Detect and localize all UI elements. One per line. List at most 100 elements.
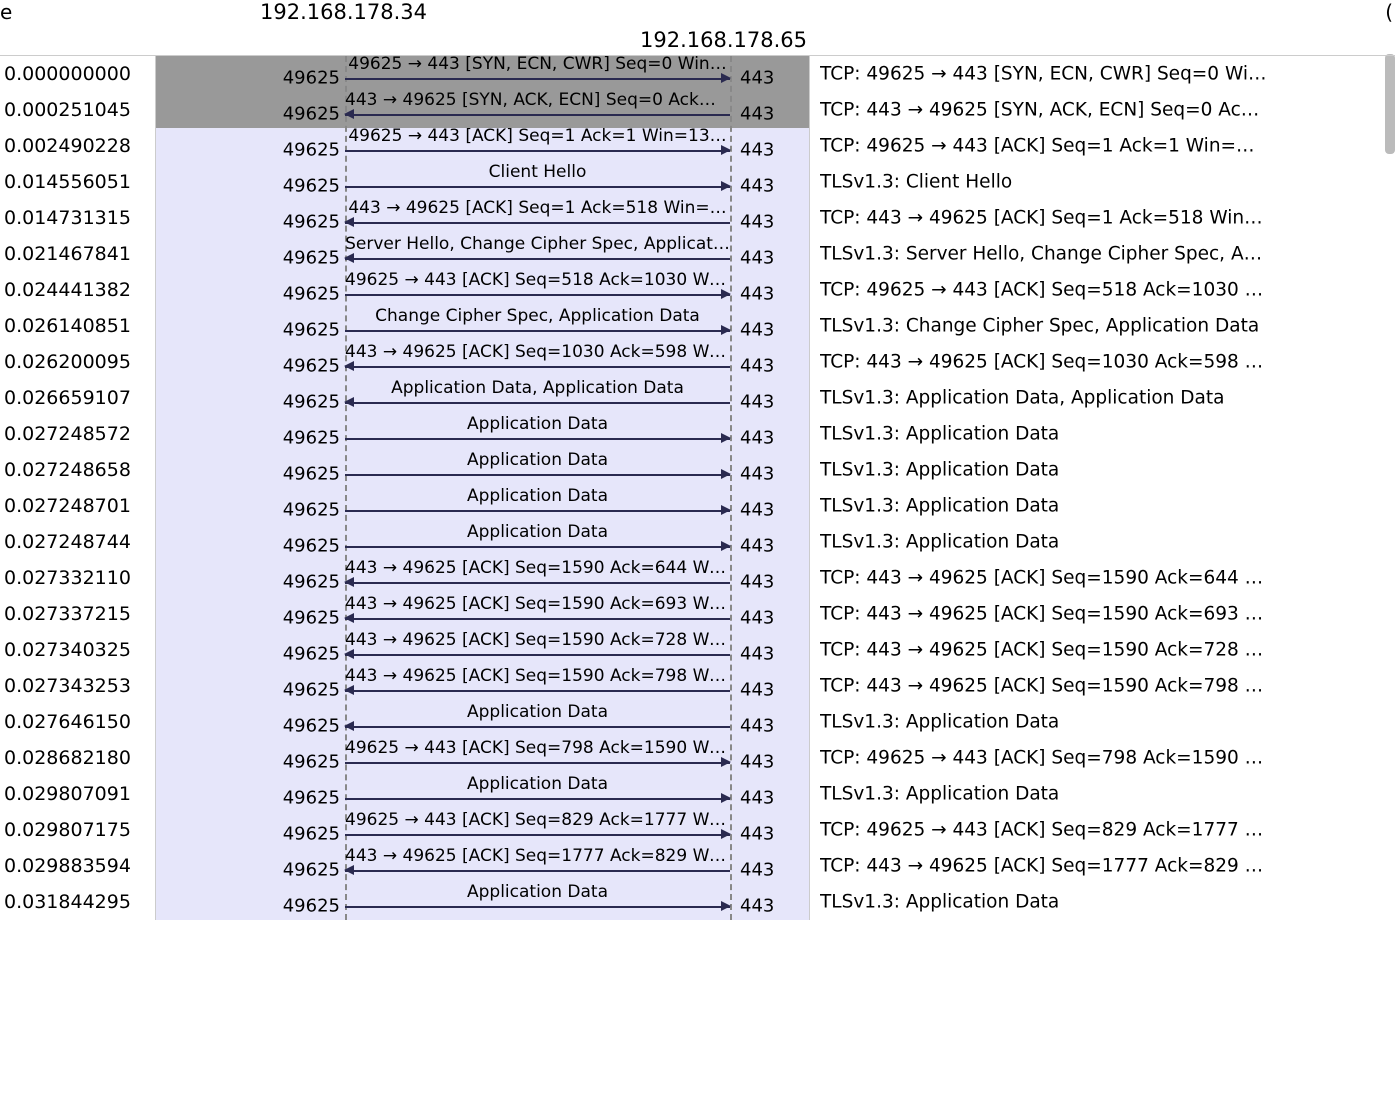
arrow-line (345, 330, 730, 332)
time-value: 0.000000000 (0, 63, 155, 85)
time-value: 0.027248701 (0, 495, 155, 517)
flow-arrow[interactable]: 443 → 49625 [ACK] Seq=1590 Ack=728 Wi… (345, 632, 730, 668)
arrow-left-icon (344, 361, 354, 371)
flow-arrow[interactable]: 49625 → 443 [ACK] Seq=829 Ack=1777 Wi… (345, 812, 730, 848)
packet-comment: TLSv1.3: Client Hello (820, 172, 1390, 193)
flow-arrow[interactable]: 49625 → 443 [ACK] Seq=1 Ack=1 Win=13… (345, 128, 730, 164)
arrow-line (345, 654, 730, 656)
arrow-label: 443 → 49625 [ACK] Seq=1590 Ack=798 Wi… (345, 666, 730, 686)
arrow-line (345, 834, 730, 836)
flow-arrow[interactable]: 49625 → 443 [SYN, ECN, CWR] Seq=0 Win… (345, 56, 730, 92)
arrow-label: Server Hello, Change Cipher Spec, Applic… (345, 234, 730, 254)
flow-arrow[interactable]: 443 → 49625 [ACK] Seq=1777 Ack=829 Wi… (345, 848, 730, 884)
flow-arrow[interactable]: 443 → 49625 [ACK] Seq=1590 Ack=798 Wi… (345, 668, 730, 704)
flow-row[interactable]: 0.02734325349625443443 → 49625 [ACK] Seq… (0, 668, 1395, 704)
flow-row[interactable]: 0.02734032549625443443 → 49625 [ACK] Seq… (0, 632, 1395, 668)
flow-row[interactable]: 0.0286821804962544349625 → 443 [ACK] Seq… (0, 740, 1395, 776)
time-value: 0.027248572 (0, 423, 155, 445)
flow-row[interactable]: 0.02980709149625443Application DataTLSv1… (0, 776, 1395, 812)
packet-comment: TCP: 49625 → 443 [ACK] Seq=518 Ack=1030 … (820, 280, 1390, 301)
flow-row[interactable]: 0.02724865849625443Application DataTLSv1… (0, 452, 1395, 488)
arrow-label: 49625 → 443 [ACK] Seq=518 Ack=1030 Wi… (345, 270, 730, 290)
flow-arrow[interactable]: Application Data (345, 524, 730, 560)
dest-port: 443 (740, 716, 790, 737)
arrow-right-icon (721, 793, 731, 803)
flow-arrow[interactable]: 443 → 49625 [ACK] Seq=1590 Ack=644 Wi… (345, 560, 730, 596)
arrow-left-icon (344, 865, 354, 875)
flow-row[interactable]: 0.0000000004962544349625 → 443 [SYN, ECN… (0, 56, 1395, 92)
flow-arrow[interactable]: Application Data (345, 488, 730, 524)
flow-row[interactable]: 0.02724874449625443Application DataTLSv1… (0, 524, 1395, 560)
arrow-line (345, 222, 730, 224)
packet-comment: TCP: 443 → 49625 [ACK] Seq=1 Ack=518 Win… (820, 208, 1390, 229)
arrow-label: 443 → 49625 [ACK] Seq=1 Ack=518 Win=… (345, 198, 730, 218)
flow-row[interactable]: 0.01455605149625443Client HelloTLSv1.3: … (0, 164, 1395, 200)
source-port: 49625 (280, 104, 340, 125)
arrow-line (345, 618, 730, 620)
flow-row[interactable]: 0.02733721549625443443 → 49625 [ACK] Seq… (0, 596, 1395, 632)
flow-row[interactable]: 0.02988359449625443443 → 49625 [ACK] Seq… (0, 848, 1395, 884)
flow-arrow[interactable]: Application Data (345, 416, 730, 452)
source-port: 49625 (280, 212, 340, 233)
host-a-label[interactable]: 192.168.178.34 (260, 0, 427, 24)
flow-row[interactable]: 0.02724857249625443Application DataTLSv1… (0, 416, 1395, 452)
time-value: 0.027343253 (0, 675, 155, 697)
packet-comment: TCP: 443 → 49625 [ACK] Seq=1590 Ack=728 … (820, 640, 1390, 661)
flow-arrow[interactable]: Application Data (345, 884, 730, 920)
flow-arrow[interactable]: Application Data, Application Data (345, 380, 730, 416)
flow-arrow[interactable]: 443 → 49625 [ACK] Seq=1 Ack=518 Win=… (345, 200, 730, 236)
arrow-right-icon (721, 145, 731, 155)
time-value: 0.024441382 (0, 279, 155, 301)
flow-arrow[interactable]: 49625 → 443 [ACK] Seq=798 Ack=1590 Wi… (345, 740, 730, 776)
source-port: 49625 (280, 176, 340, 197)
flow-arrow[interactable]: Server Hello, Change Cipher Spec, Applic… (345, 236, 730, 272)
flow-arrow[interactable]: 443 → 49625 [SYN, ACK, ECN] Seq=0 Ack=… (345, 92, 730, 128)
flow-arrow[interactable]: Application Data (345, 704, 730, 740)
arrow-right-icon (721, 289, 731, 299)
flow-diagram-area[interactable]: 0.000000000 49625 443 49625 → 443 [SYN, ECN… (0, 55, 1395, 920)
time-value: 0.014731315 (0, 207, 155, 229)
host-header-row: 192.168.178.34 192.168.178.65 (0, 0, 1395, 55)
flow-row[interactable]: 0.0024902284962544349625 → 443 [ACK] Seq… (0, 128, 1395, 164)
time-value: 0.027340325 (0, 639, 155, 661)
flow-arrow[interactable]: 443 → 49625 [ACK] Seq=1030 Ack=598 Wi… (345, 344, 730, 380)
arrow-right-icon (721, 433, 731, 443)
flow-arrow[interactable]: Application Data (345, 452, 730, 488)
time-value: 0.027248744 (0, 531, 155, 553)
source-port: 49625 (280, 572, 340, 593)
flow-arrow[interactable]: Client Hello (345, 164, 730, 200)
flow-row[interactable]: 0.01473131549625443443 → 49625 [ACK] Seq… (0, 200, 1395, 236)
flow-row[interactable]: 0.02724870149625443Application DataTLSv1… (0, 488, 1395, 524)
arrow-label: 49625 → 443 [SYN, ECN, CWR] Seq=0 Win… (345, 54, 730, 74)
dest-port: 443 (740, 572, 790, 593)
flow-row[interactable]: 0.02764615049625443Application DataTLSv1… (0, 704, 1395, 740)
flow-row[interactable]: 0.0298071754962544349625 → 443 [ACK] Seq… (0, 812, 1395, 848)
flow-row[interactable]: 0.03184429549625443Application DataTLSv1… (0, 884, 1395, 920)
dest-port: 443 (740, 824, 790, 845)
flow-row[interactable]: 0.02146784149625443Server Hello, Change … (0, 236, 1395, 272)
flow-row[interactable]: 0.027332110 49625 443 443 → 49625 [ACK] Seq… (0, 560, 1395, 596)
arrow-left-icon (344, 613, 354, 623)
arrow-label: Application Data (345, 882, 730, 902)
flow-arrow[interactable]: Application Data (345, 776, 730, 812)
flow-row[interactable]: 0.02620009549625443443 → 49625 [ACK] Seq… (0, 344, 1395, 380)
time-value: 0.000251045 (0, 99, 155, 121)
time-value: 0.027332110 (0, 567, 155, 589)
flow-row[interactable]: 0.02665910749625443Application Data, App… (0, 380, 1395, 416)
source-port: 49625 (280, 320, 340, 341)
flow-arrow[interactable]: Change Cipher Spec, Application Data (345, 308, 730, 344)
arrow-left-icon (344, 577, 354, 587)
flow-arrow[interactable]: 443 → 49625 [ACK] Seq=1590 Ack=693 Wi… (345, 596, 730, 632)
dest-port: 443 (740, 284, 790, 305)
packet-comment: TLSv1.3: Application Data (820, 712, 1390, 733)
source-port: 49625 (280, 788, 340, 809)
flow-row[interactable]: 0.00025104549625443443 → 49625 [SYN, ACK… (0, 92, 1395, 128)
host-b-label[interactable]: 192.168.178.65 (640, 28, 807, 52)
arrow-line (345, 114, 730, 116)
arrow-line (345, 870, 730, 872)
source-port: 49625 (280, 392, 340, 413)
flow-row[interactable]: 0.0244413824962544349625 → 443 [ACK] Seq… (0, 272, 1395, 308)
arrow-left-icon (344, 397, 354, 407)
flow-row[interactable]: 0.02614085149625443Change Cipher Spec, A… (0, 308, 1395, 344)
flow-arrow[interactable]: 49625 → 443 [ACK] Seq=518 Ack=1030 Wi… (345, 272, 730, 308)
